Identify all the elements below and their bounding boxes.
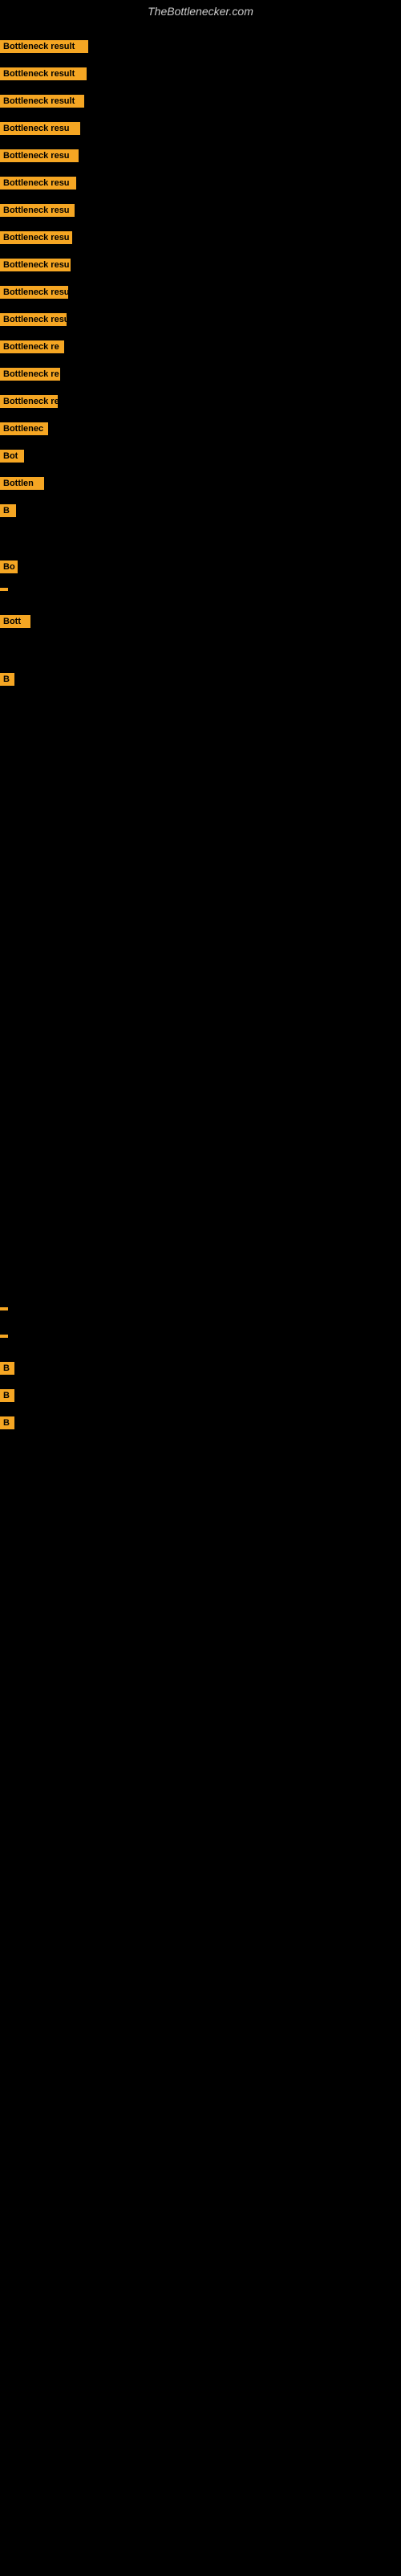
bottleneck-bar: Bottlenec xyxy=(0,422,48,435)
bottleneck-bar: Bo xyxy=(0,560,18,573)
bottleneck-bar: Bottleneck resu xyxy=(0,313,67,326)
bottleneck-bar: Bott xyxy=(0,615,30,628)
bottleneck-bar: Bottleneck resu xyxy=(0,231,72,244)
bottleneck-bar: B xyxy=(0,673,14,686)
bottleneck-bar: Bottleneck re xyxy=(0,340,64,353)
bottleneck-bar xyxy=(0,1335,8,1338)
bottleneck-bar: Bottleneck re xyxy=(0,395,58,408)
bottleneck-bar: Bottleneck resu xyxy=(0,204,75,217)
bottleneck-bar: Bottleneck resu xyxy=(0,259,71,271)
bottleneck-bar: Bottleneck result xyxy=(0,67,87,80)
bottleneck-bar: Bottleneck resu xyxy=(0,149,79,162)
bottleneck-bar: Bottlen xyxy=(0,477,44,490)
bottleneck-bar: Bottleneck resu xyxy=(0,286,68,299)
bottleneck-bar: B xyxy=(0,1362,14,1375)
bottleneck-bar: B xyxy=(0,1416,14,1429)
bottleneck-bar: B xyxy=(0,504,16,517)
bottleneck-bar: B xyxy=(0,1389,14,1402)
bottleneck-bar xyxy=(0,588,8,591)
bottleneck-bar: Bot xyxy=(0,450,24,463)
bottleneck-bar xyxy=(0,1307,8,1310)
site-title: TheBottlenecker.com xyxy=(0,0,401,22)
bottleneck-bar: Bottleneck resu xyxy=(0,177,76,190)
bottleneck-bar: Bottleneck result xyxy=(0,40,88,53)
bottleneck-bar: Bottleneck re xyxy=(0,368,60,381)
bottleneck-bar: Bottleneck result xyxy=(0,95,84,108)
bottleneck-bar: Bottleneck resu xyxy=(0,122,80,135)
